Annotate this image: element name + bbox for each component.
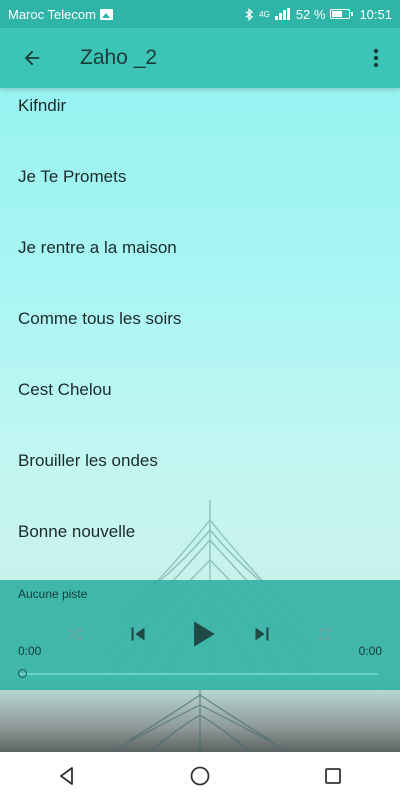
play-icon [194,621,215,647]
list-item[interactable]: Kifndir [0,70,400,141]
skip-next-icon [255,627,269,641]
network-type: 4G [259,9,270,19]
triangle-back-icon [59,767,73,785]
song-title: Brouiller les ondes [18,450,158,470]
song-title: Bonne nouvelle [18,521,136,541]
clock: 10:51 [359,6,392,22]
list-item[interactable]: Cest Chelou [0,354,400,425]
shuffle-button[interactable] [60,620,90,648]
seek-bar-thumb[interactable] [18,669,27,678]
signal-icon [274,8,291,20]
song-list: Kifndir Je Te Promets Je rentre a la mai… [0,88,400,580]
carrier-name: Maroc Telecom [8,6,96,22]
square-recents-icon [325,768,342,784]
song-title: Kifndir [18,95,67,115]
nav-home-button[interactable] [170,752,230,800]
previous-button[interactable] [122,618,154,650]
status-bar: Maroc Telecom 4G 52 % 10:51 [0,0,400,28]
status-right: 4G 52 % 10:51 [245,7,392,22]
repeat-icon [318,626,332,642]
nav-back-button[interactable] [37,752,97,800]
skip-previous-icon [131,627,145,641]
elapsed-time: 0:00 [18,644,42,658]
feather-image [109,690,291,753]
song-title: Comme tous les soirs [18,308,182,328]
music-player: Aucune piste 0:00 0:00 [0,580,400,690]
battery-icon [330,9,354,19]
play-button[interactable] [180,613,224,655]
song-title: Je rentre a la maison [18,237,177,257]
page-title: Zaho _2 [80,46,158,69]
list-item[interactable]: Brouiller les ondes [0,425,400,496]
more-vertical-icon [373,48,379,68]
list-item[interactable]: Bonne nouvelle [0,496,400,567]
song-title: Je Te Promets [18,166,127,186]
shuffle-icon [69,628,81,640]
seek-bar-track[interactable] [20,673,378,675]
total-duration: 0:00 [358,644,382,658]
list-item[interactable]: Je rentre a la maison [0,212,400,283]
circle-home-icon [190,766,210,786]
repeat-button[interactable] [310,620,340,648]
nav-recents-button[interactable] [303,752,363,800]
carrier-group: Maroc Telecom [8,7,113,22]
back-arrow-icon [24,50,40,66]
screen: Maroc Telecom 4G 52 % 10:51 Zaho _2 Kifn… [0,0,400,800]
battery-percent: 52 % [295,6,326,22]
current-track-label: Aucune piste [18,587,88,601]
next-button[interactable] [246,618,278,650]
bluetooth-icon [245,7,254,21]
list-item[interactable]: Je Te Promets [0,141,400,212]
background-image-strip [0,690,400,753]
image-notification-icon [99,8,113,20]
list-item[interactable]: Comme tous les soirs [0,283,400,354]
system-navigation-bar [0,752,400,800]
song-title: Cest Chelou [18,379,112,399]
